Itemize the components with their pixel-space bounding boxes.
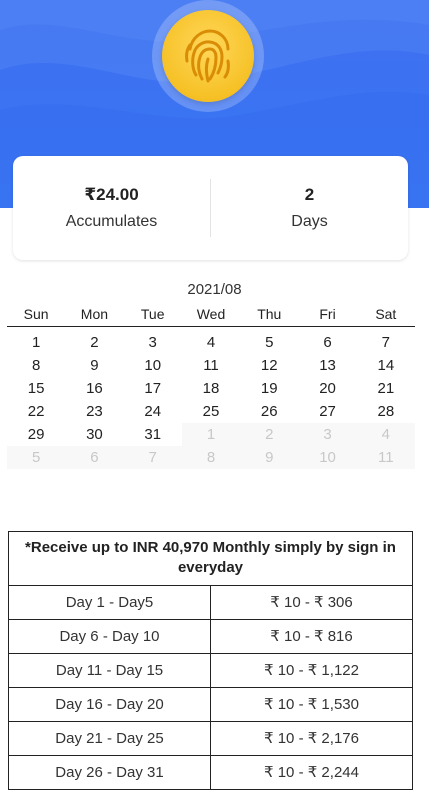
days-label: Days	[291, 213, 328, 230]
calendar-day[interactable]: 25	[182, 400, 240, 423]
reward-rows: Day 1 - Day5 ₹ 10 - ₹ 306 Day 6 - Day 10 ₹ …	[9, 586, 412, 789]
stats-card: ₹24.00 Accumulates 2 Days	[13, 156, 408, 260]
calendar-day[interactable]: 5	[240, 331, 298, 354]
reward-row: Day 21 - Day 25 ₹ 10 - ₹ 2,176	[9, 722, 412, 756]
calendar-day[interactable]: 17	[124, 377, 182, 400]
calendar-day-outside-month: 8	[181, 446, 241, 469]
calendar-day[interactable]: 15	[7, 377, 65, 400]
reward-day-range: Day 11 - Day 15	[9, 654, 211, 687]
calendar-day[interactable]: 23	[65, 400, 123, 423]
calendar-day-outside-month: 4	[356, 423, 415, 446]
weekday-sun: Sun	[23, 306, 49, 322]
calendar-weekday-header: Sun Mon Tue Wed Thu Fri Sat	[7, 302, 415, 327]
calendar-day-outside-month: 11	[356, 446, 415, 469]
calendar-day[interactable]: 6	[298, 331, 356, 354]
reward-day-range: Day 1 - Day5	[9, 586, 211, 619]
calendar-day[interactable]: 22	[7, 400, 65, 423]
reward-amount-range: ₹ 10 - ₹ 1,530	[264, 696, 359, 713]
accumulated-amount: ₹24.00	[84, 185, 139, 204]
calendar-day[interactable]: 14	[357, 354, 415, 377]
calendar-day[interactable]: 8	[7, 354, 65, 377]
reward-row: Day 11 - Day 15 ₹ 10 - ₹ 1,122	[9, 654, 412, 688]
reward-amount-range: ₹ 10 - ₹ 1,122	[264, 662, 359, 679]
calendar-day[interactable]: 12	[240, 354, 298, 377]
calendar-day-outside-month: 2	[240, 423, 299, 446]
calendar-month-title: 2021/08	[187, 281, 242, 298]
reward-day-range: Day 16 - Day 20	[9, 688, 211, 721]
calendar-day-outside-month: 5	[7, 446, 66, 469]
calendar-day[interactable]: 7	[357, 331, 415, 354]
reward-amount-range: ₹ 10 - ₹ 2,244	[264, 764, 359, 781]
calendar-week-row: 15 16 17 18 19 20 21	[7, 377, 415, 400]
reward-table: *Receive up to INR 40,970 Monthly simply…	[8, 531, 413, 790]
reward-row: Day 16 - Day 20 ₹ 10 - ₹ 1,530	[9, 688, 412, 722]
calendar-day[interactable]: 9	[65, 354, 123, 377]
calendar-day[interactable]: 26	[240, 400, 298, 423]
weekday-sat: Sat	[375, 306, 397, 322]
calendar: Sun Mon Tue Wed Thu Fri Sat 1 2 3 4 5 6 7 8 9 10 1…	[7, 302, 415, 469]
calendar-day[interactable]: 1	[7, 331, 65, 354]
calendar-day-outside-month: 3	[298, 423, 357, 446]
calendar-day[interactable]: 4	[182, 331, 240, 354]
calendar-day[interactable]: 13	[298, 354, 356, 377]
calendar-day[interactable]: 29	[7, 423, 65, 446]
calendar-day[interactable]: 16	[65, 377, 123, 400]
accumulated-amount-stat: ₹24.00 Accumulates	[13, 185, 210, 231]
calendar-day-outside-month: 7	[123, 446, 182, 469]
reward-day-range: Day 26 - Day 31	[9, 756, 211, 789]
calendar-day[interactable]: 31	[124, 423, 182, 446]
weekday-tue: Tue	[140, 306, 165, 322]
reward-amount-range: ₹ 10 - ₹ 2,176	[264, 730, 359, 747]
calendar-day[interactable]: 19	[240, 377, 298, 400]
calendar-day[interactable]: 11	[182, 354, 240, 377]
calendar-week-row: 1234567	[7, 331, 415, 354]
calendar-day[interactable]: 24	[124, 400, 182, 423]
weekday-thu: Thu	[257, 306, 282, 322]
reward-title: *Receive up to INR 40,970 Monthly simply…	[9, 532, 412, 586]
reward-day-range: Day 6 - Day 10	[9, 620, 211, 653]
reward-day-range: Day 21 - Day 25	[9, 722, 211, 755]
calendar-week-row: 5 6 7 8 9 10 11	[7, 446, 415, 469]
calendar-week-row: 22 23 24 25 26 27 28	[7, 400, 415, 423]
calendar-week-row: 29 30 31 1 2 3 4	[7, 423, 415, 446]
weekday-fri: Fri	[319, 306, 336, 322]
calendar-day[interactable]: 10	[124, 354, 182, 377]
calendar-day[interactable]: 18	[182, 377, 240, 400]
calendar-week-row: 8 9 10 11 12 13 14	[7, 354, 415, 377]
calendar-day[interactable]: 3	[124, 331, 182, 354]
weekday-wed: Wed	[196, 306, 226, 322]
reward-row: Day 6 - Day 10 ₹ 10 - ₹ 816	[9, 620, 412, 654]
reward-amount-range: ₹ 10 - ₹ 816	[270, 628, 353, 645]
reward-row: Day 1 - Day5 ₹ 10 - ₹ 306	[9, 586, 412, 620]
calendar-day-outside-month: 6	[65, 446, 124, 469]
calendar-day-outside-month: 1	[181, 423, 241, 446]
calendar-day-outside-month: 10	[298, 446, 357, 469]
reward-amount-range: ₹ 10 - ₹ 306	[270, 594, 353, 611]
sign-in-badge[interactable]	[162, 10, 254, 102]
weekday-mon: Mon	[80, 306, 109, 322]
calendar-day[interactable]: 20	[298, 377, 356, 400]
days-count: 2	[304, 185, 315, 204]
calendar-day[interactable]: 27	[298, 400, 356, 423]
calendar-day[interactable]: 2	[65, 331, 123, 354]
calendar-days: 1 2 3 4 5 6 7 8 9 10 11 12 13 14 15 16 17 18 19 20 21 22 23 24 2…	[7, 327, 415, 469]
calendar-day[interactable]: 28	[357, 400, 415, 423]
reward-row: Day 26 - Day 31 ₹ 10 - ₹ 2,244	[9, 756, 412, 789]
calendar-day-outside-month: 9	[240, 446, 299, 469]
calendar-day[interactable]: 21	[357, 377, 415, 400]
accumulated-label: Accumulates	[65, 213, 158, 230]
days-stat: 2 Days	[211, 185, 408, 231]
calendar-day[interactable]: 30	[65, 423, 123, 446]
fingerprint-icon	[185, 29, 230, 83]
